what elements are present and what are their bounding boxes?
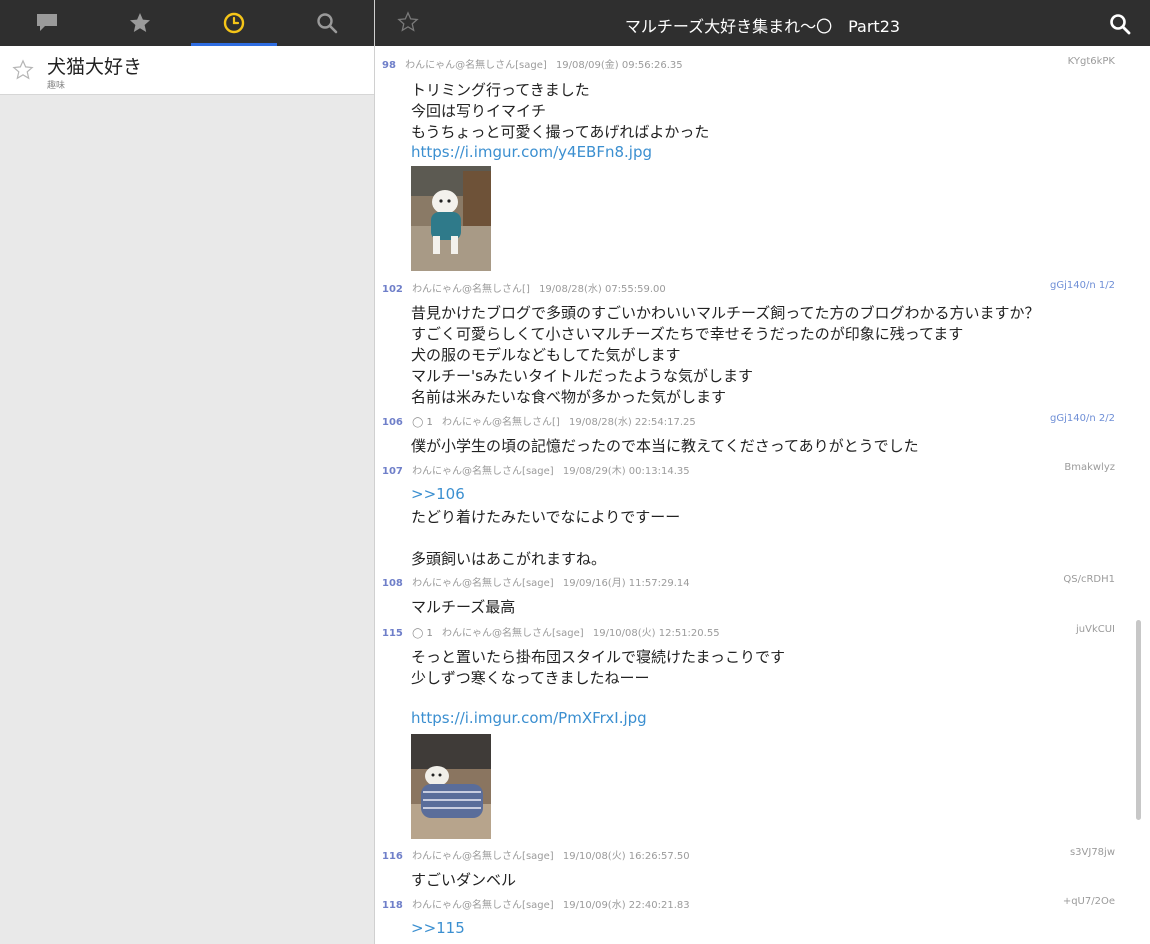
post-id[interactable]: gGj140/n 1/2 — [1050, 280, 1115, 291]
star-icon — [130, 13, 151, 32]
post-text: たどり着けたみたいでなによりですーー — [411, 508, 681, 526]
post-number[interactable]: 107 — [382, 466, 403, 477]
post-id[interactable]: +qU7/2Oe — [1063, 896, 1115, 907]
tab-threads[interactable] — [0, 0, 94, 46]
thread-toolbar: マルチーズ大好き集まれ〜〇 Part23 — [375, 0, 1150, 46]
scrollbar[interactable] — [1136, 620, 1141, 820]
board-list-item[interactable]: 犬猫大好き 趣味 — [0, 46, 374, 95]
post-header: 102 わんにゃん@名無しさん[] 19/08/28(水) 07:55:59.0… — [382, 280, 1115, 295]
post-id[interactable]: Bmakwlyz — [1064, 462, 1115, 473]
dog-photo — [411, 166, 491, 271]
search-icon — [317, 13, 338, 34]
post-header: 106 ◯ 1 わんにゃん@名無しさん[] 19/08/28(水) 22:54:… — [382, 413, 1115, 428]
left-toolbar — [0, 0, 374, 46]
reply-count-value: 1 — [426, 417, 433, 428]
reply-bubble-icon: ◯ — [412, 628, 424, 639]
post-text: 昔見かけたブログで多頭のすごいかわいいマルチーズ飼ってた方のブログわかる方います… — [411, 304, 1040, 322]
post-date: 19/08/28(水) 22:54:17.25 — [569, 417, 696, 428]
post-id[interactable]: juVkCUI — [1076, 624, 1115, 635]
post-date: 19/08/29(木) 00:13:14.35 — [562, 466, 690, 477]
post-text: トリミング行ってきました — [411, 81, 590, 99]
post-text: 僕が小学生の頃の記憶だったので本当に教えてくださってありがとうでした — [411, 437, 919, 455]
post-text: マルチーズ最高 — [411, 598, 516, 616]
speech-bubble-icon — [36, 14, 57, 31]
post-date: 19/08/09(金) 09:56:26.35 — [555, 60, 683, 71]
board-list-pane: 犬猫大好き 趣味 — [0, 0, 374, 944]
image-thumbnail[interactable] — [411, 734, 491, 839]
post-author: わんにゃん@名無しさん[sage] — [405, 60, 547, 71]
post-id[interactable]: gGj140/n 2/2 — [1050, 413, 1115, 424]
post-author: わんにゃん@名無しさん[] — [442, 417, 560, 428]
post-header: 108 わんにゃん@名無しさん[sage] 19/09/16(月) 11:57:… — [382, 574, 1115, 589]
tab-favorites[interactable] — [94, 0, 188, 46]
reply-count[interactable]: ◯ 1 — [412, 417, 433, 428]
post-author: わんにゃん@名無しさん[sage] — [412, 851, 554, 862]
post-header: 115 ◯ 1 わんにゃん@名無しさん[sage] 19/10/08(火) 12… — [382, 624, 1115, 639]
board-category: 趣味 — [47, 81, 66, 91]
post-author: わんにゃん@名無しさん[sage] — [442, 628, 584, 639]
post-author: わんにゃん@名無しさん[sage] — [412, 466, 554, 477]
post-text: すごく可愛らしくて小さいマルチーズたちで幸せそうだったのが印象に残ってます — [411, 325, 964, 343]
post-text: 少しずつ寒くなってきましたねーー — [411, 669, 650, 687]
post-author: わんにゃん@名無しさん[sage] — [412, 900, 554, 911]
post-number[interactable]: 115 — [382, 628, 403, 639]
post-id[interactable]: KYgt6kPK — [1068, 56, 1115, 67]
post-text: 今回は写りイマイチ — [411, 102, 547, 120]
star-outline-icon[interactable] — [12, 59, 34, 81]
thread-title: マルチーズ大好き集まれ〜〇 Part23 — [624, 17, 901, 36]
board-title: 犬猫大好き — [47, 56, 143, 78]
post-number[interactable]: 108 — [382, 578, 403, 589]
post-header: 116 わんにゃん@名無しさん[sage] 19/10/08(火) 16:26:… — [382, 847, 1115, 862]
post-text: そっと置いたら掛布団スタイルで寝続けたまっこりです — [411, 648, 785, 666]
post-text: マルチー'sみたいタイトルだったような気がします — [411, 367, 753, 385]
post-text: 多頭飼いはあこがれますね。 — [411, 550, 607, 568]
post-date: 19/10/08(火) 12:51:20.55 — [592, 628, 720, 639]
post-date: 19/10/09(水) 22:40:21.83 — [562, 900, 690, 911]
dog-photo — [411, 734, 491, 839]
clock-icon — [223, 12, 244, 34]
post-number[interactable]: 116 — [382, 851, 403, 862]
reply-anchor-link[interactable]: >>115 — [411, 919, 465, 937]
post-header: 107 わんにゃん@名無しさん[sage] 19/08/29(木) 00:13:… — [382, 462, 1115, 477]
app-window: 犬猫大好き 趣味 マルチーズ大好き集まれ〜〇 Part23 98 わんにゃん@名… — [0, 0, 1150, 944]
post-number[interactable]: 102 — [382, 284, 403, 295]
post-text: すごいダンベル — [411, 871, 517, 889]
thread-pane: マルチーズ大好き集まれ〜〇 Part23 98 わんにゃん@名無しさん[sage… — [374, 0, 1150, 944]
post-date: 19/10/08(火) 16:26:57.50 — [562, 851, 690, 862]
post-header: 98 わんにゃん@名無しさん[sage] 19/08/09(金) 09:56:2… — [382, 56, 1115, 71]
post-id[interactable]: s3VJ78jw — [1070, 847, 1115, 858]
post-author: わんにゃん@名無しさん[sage] — [412, 578, 554, 589]
post-id[interactable]: QS/cRDH1 — [1063, 574, 1115, 585]
post-number[interactable]: 106 — [382, 417, 403, 428]
post-date: 19/08/28(水) 07:55:59.00 — [539, 284, 666, 295]
tab-history[interactable] — [187, 0, 281, 46]
post-number[interactable]: 98 — [382, 60, 396, 71]
reply-anchor-link[interactable]: >>106 — [411, 485, 465, 503]
reply-count[interactable]: ◯ 1 — [412, 628, 433, 639]
tab-search[interactable] — [281, 0, 375, 46]
post-text: 名前は米みたいな食べ物が多かった気がします — [411, 388, 727, 406]
post-header: 118 わんにゃん@名無しさん[sage] 19/10/09(水) 22:40:… — [382, 896, 1115, 911]
post-text: もうちょっと可愛く撮ってあげればよかった — [411, 123, 710, 141]
image-link[interactable]: https://i.imgur.com/PmXFrxI.jpg — [411, 709, 647, 727]
image-thumbnail[interactable] — [411, 166, 491, 271]
search-icon[interactable] — [1108, 12, 1132, 36]
reply-count-value: 1 — [426, 628, 433, 639]
post-number[interactable]: 118 — [382, 900, 403, 911]
image-link[interactable]: https://i.imgur.com/y4EBFn8.jpg — [411, 143, 652, 161]
post-date: 19/09/16(月) 11:57:29.14 — [562, 578, 690, 589]
post-text: 犬の服のモデルなどもしてた気がします — [411, 346, 681, 364]
post-author: わんにゃん@名無しさん[] — [412, 284, 530, 295]
reply-bubble-icon: ◯ — [412, 417, 424, 428]
